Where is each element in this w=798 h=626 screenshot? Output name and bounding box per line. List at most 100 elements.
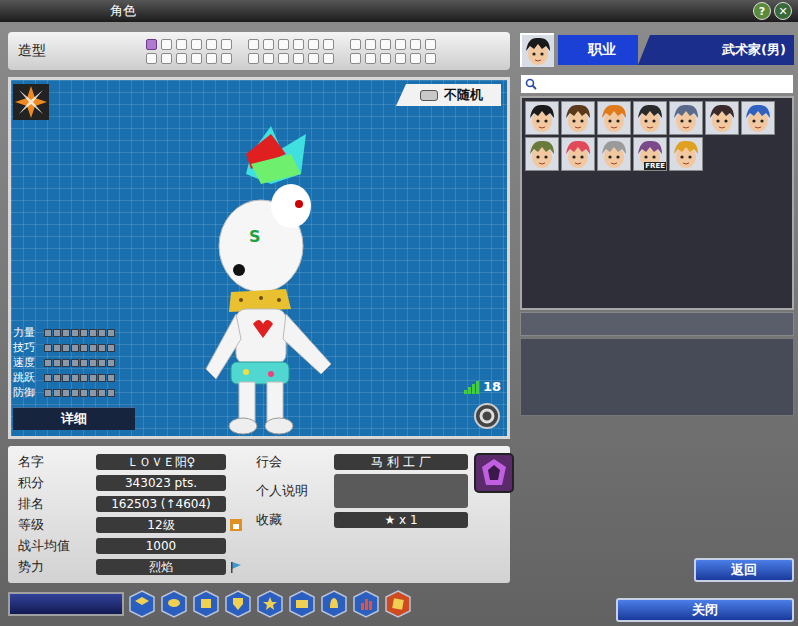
help-button[interactable]: ? <box>753 2 771 20</box>
star-icon[interactable] <box>256 590 284 618</box>
character-portrait-icon <box>742 102 774 134</box>
appearance-slot[interactable] <box>176 53 187 64</box>
stat-row: 跳跃 <box>13 371 135 384</box>
stat-cell <box>107 344 115 352</box>
appearance-slot[interactable] <box>278 39 289 50</box>
shield-icon[interactable] <box>224 590 252 618</box>
appearance-slot[interactable] <box>206 39 217 50</box>
appearance-slot[interactable] <box>263 53 274 64</box>
close-button[interactable]: 关闭 <box>616 598 794 622</box>
appearance-slot[interactable] <box>425 53 436 64</box>
appearance-slot[interactable] <box>248 39 259 50</box>
character-portrait-icon <box>670 102 702 134</box>
appearance-slot[interactable] <box>308 53 319 64</box>
character-portrait[interactable] <box>597 137 631 171</box>
appearance-slot[interactable] <box>365 39 376 50</box>
field-value: 烈焰 <box>96 559 226 575</box>
character-portrait[interactable] <box>561 101 595 135</box>
appearance-slot[interactable] <box>278 53 289 64</box>
appearance-slot[interactable] <box>293 39 304 50</box>
stat-row: 速度 <box>13 356 135 369</box>
character-portrait[interactable] <box>525 101 559 135</box>
appearance-slot[interactable] <box>161 39 172 50</box>
appearance-slot[interactable] <box>263 39 274 50</box>
title-buttons: ?✕ <box>753 2 792 20</box>
character-portrait[interactable] <box>669 101 703 135</box>
appearance-slot[interactable] <box>161 53 172 64</box>
random-switch[interactable] <box>420 90 438 101</box>
appearance-slot[interactable] <box>350 39 361 50</box>
back-button[interactable]: 返回 <box>694 558 794 582</box>
appearance-slot[interactable] <box>380 53 391 64</box>
appearance-slot[interactable] <box>350 53 361 64</box>
window-title: 角色 <box>110 2 136 20</box>
appearance-slot[interactable] <box>221 53 232 64</box>
bell-icon[interactable] <box>320 590 348 618</box>
appearance-slot[interactable] <box>176 39 187 50</box>
field-label: 行会 <box>256 453 330 471</box>
stat-cell <box>71 389 79 397</box>
gem-icon[interactable] <box>384 590 412 618</box>
appearance-slot[interactable] <box>191 39 202 50</box>
appearance-slot[interactable] <box>206 53 217 64</box>
character-portrait[interactable]: FREE <box>633 137 667 171</box>
appearance-slot[interactable] <box>308 39 319 50</box>
job-tab[interactable]: 职业 <box>558 35 638 65</box>
box-icon[interactable] <box>192 590 220 618</box>
current-avatar <box>520 33 554 67</box>
rotate-icon[interactable] <box>473 402 501 430</box>
toolbar <box>8 590 510 618</box>
appearance-slot[interactable] <box>293 53 304 64</box>
stat-cell <box>44 344 52 352</box>
stat-cell <box>80 359 88 367</box>
appearance-slot[interactable] <box>323 39 334 50</box>
field-value: ＬＯＶＥ阳♀ <box>96 454 226 470</box>
character-portrait[interactable] <box>633 101 667 135</box>
cube-icon[interactable] <box>128 590 156 618</box>
character-portrait[interactable] <box>597 101 631 135</box>
appearance-slot[interactable] <box>410 53 421 64</box>
appearance-slot[interactable] <box>395 39 406 50</box>
appearance-slot[interactable] <box>365 53 376 64</box>
appearance-slot[interactable] <box>425 39 436 50</box>
character-portrait[interactable] <box>705 101 739 135</box>
profile-field: 势力烈焰 <box>18 558 242 576</box>
stat-cell <box>89 344 97 352</box>
chat-bar[interactable] <box>8 592 124 616</box>
character-portrait[interactable] <box>669 137 703 171</box>
folder-icon[interactable] <box>288 590 316 618</box>
appearance-slot[interactable] <box>146 53 157 64</box>
detail-button[interactable]: 详细 <box>13 407 135 430</box>
chart-icon[interactable] <box>352 590 380 618</box>
appearance-slot[interactable] <box>395 53 406 64</box>
stat-cell <box>62 374 70 382</box>
job-info-strip <box>520 312 794 336</box>
character-area[interactable]: S <box>191 124 351 444</box>
stat-cell <box>107 374 115 382</box>
appearance-slot-group <box>146 39 232 64</box>
appearance-slot[interactable] <box>248 53 259 64</box>
stat-cell <box>44 359 52 367</box>
search-input[interactable] <box>541 77 789 91</box>
character-portrait-icon <box>526 102 558 134</box>
appearance-slot[interactable] <box>323 53 334 64</box>
stat-cell <box>62 359 70 367</box>
character-preview: S不随机力量技巧速度跳跃防御详细18 <box>8 77 510 439</box>
character-portrait[interactable] <box>561 137 595 171</box>
appearance-slot[interactable] <box>380 39 391 50</box>
close-window-button[interactable]: ✕ <box>774 2 792 20</box>
field-label: 名字 <box>18 453 92 471</box>
chat-icon[interactable] <box>160 590 188 618</box>
appearance-slot-group <box>350 39 436 64</box>
appearance-slot[interactable] <box>146 39 157 50</box>
field-label: 等级 <box>18 516 92 534</box>
character-portrait[interactable] <box>525 137 559 171</box>
appearance-slot[interactable] <box>221 39 232 50</box>
profile-panel: 名字ＬＯＶＥ阳♀积分343023 pts.排名162503 (↑4604)等级1… <box>8 446 510 583</box>
stat-cell <box>98 389 106 397</box>
random-toggle[interactable]: 不随机 <box>396 84 501 106</box>
appearance-slot[interactable] <box>191 53 202 64</box>
profile-field: 积分343023 pts. <box>18 474 242 492</box>
character-portrait[interactable] <box>741 101 775 135</box>
appearance-slot[interactable] <box>410 39 421 50</box>
